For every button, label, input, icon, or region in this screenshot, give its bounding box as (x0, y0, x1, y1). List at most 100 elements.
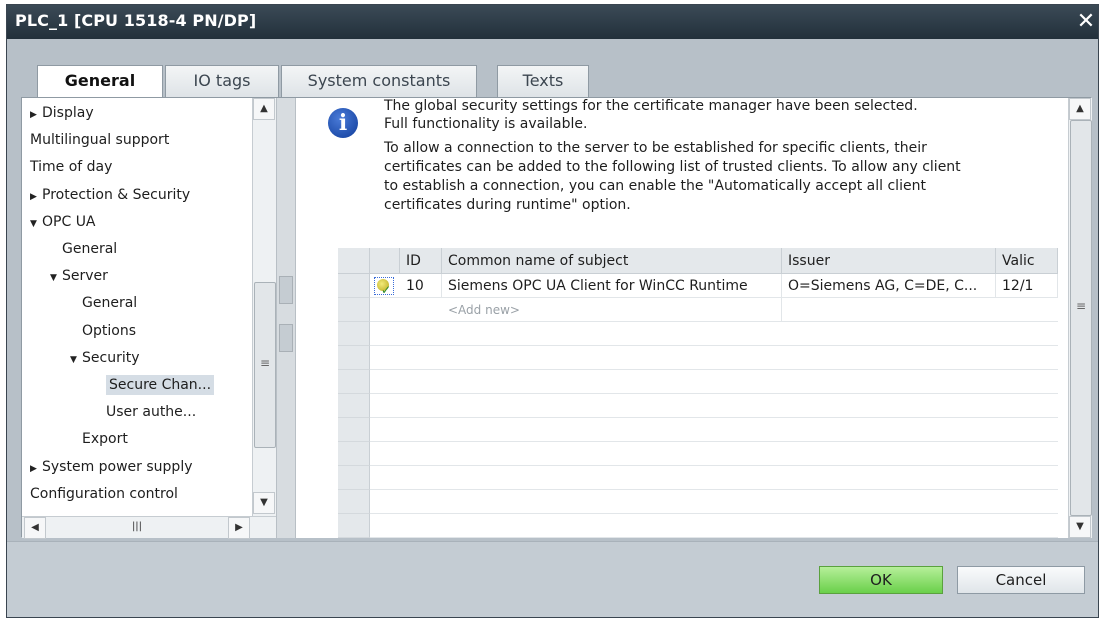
row-header[interactable] (338, 322, 370, 346)
scroll-up-icon[interactable]: ▲ (1069, 98, 1091, 120)
empty-table-row[interactable] (338, 394, 1058, 418)
tree-item-label: Configuration control (30, 485, 178, 502)
info-text-line: certificates during runtime" option. (384, 197, 631, 213)
empty-table-row[interactable] (338, 370, 1058, 394)
collapsed-arrow-icon[interactable]: ▶ (30, 184, 42, 210)
tree-item-label: General (82, 295, 138, 312)
row-header[interactable] (338, 514, 370, 538)
row-header[interactable] (338, 394, 370, 418)
tree-item[interactable]: Secure Chan... (94, 372, 215, 398)
scroll-left-icon[interactable]: ◀ (24, 517, 46, 539)
tree-item-label: System power supply (42, 458, 193, 475)
tree-item-label: User authe... (106, 404, 197, 421)
info-text-line: The global security settings for the cer… (384, 98, 918, 114)
cancel-button[interactable]: Cancel (957, 566, 1085, 594)
tree-item[interactable]: Configuration control (30, 481, 178, 507)
tab-general[interactable]: General (37, 65, 163, 100)
row-header[interactable] (338, 346, 370, 370)
tree-item[interactable]: ▶ System power supply (30, 454, 193, 480)
empty-table-row[interactable] (338, 442, 1058, 466)
tab-io-tags[interactable]: IO tags (165, 65, 279, 99)
add-new-placeholder[interactable]: <Add new> (442, 298, 782, 322)
collapse-right-handle[interactable] (279, 324, 293, 352)
secure-channel-panel: i The global security settings for the c… (296, 98, 1092, 538)
tree-item[interactable]: General (70, 290, 137, 316)
tree-vertical-scrollbar[interactable]: ▲ ≡ ▼ (252, 98, 276, 516)
cell-valid[interactable]: 12/1 (996, 274, 1058, 298)
hscroll-grip-icon[interactable]: ||| (126, 517, 148, 539)
tree-item[interactable]: ▶ Display (30, 100, 94, 126)
row-header[interactable] (338, 490, 370, 514)
tree-item-label: Security (82, 349, 140, 366)
tree-item[interactable]: ▼ OPC UA (30, 209, 96, 235)
tree-item[interactable]: ▼ Security (70, 345, 140, 371)
row-header[interactable] (338, 442, 370, 466)
row-header[interactable] (338, 274, 370, 298)
table-row[interactable]: ✓ 10 Siemens OPC UA Client for WinCC Run… (338, 274, 1058, 298)
tree-item[interactable]: Export (70, 426, 128, 452)
tab-texts[interactable]: Texts (497, 65, 589, 99)
empty-table-row[interactable] (338, 514, 1058, 538)
tree-item[interactable]: ▼ Server (50, 263, 108, 289)
close-icon[interactable]: ✕ (1074, 7, 1098, 37)
tree-item[interactable]: User authe... (94, 399, 196, 425)
info-text-line: Full functionality is available. (384, 116, 588, 132)
content-scroll-thumb[interactable]: ≡ (1070, 120, 1092, 516)
dialog-footer: OK Cancel (7, 541, 1098, 617)
tree-scroll-thumb[interactable]: ≡ (254, 282, 276, 448)
expanded-arrow-icon[interactable]: ▼ (50, 265, 62, 291)
tree-item-label: General (62, 241, 118, 257)
empty-table-row[interactable] (338, 466, 1058, 490)
trusted-clients-table: ID Common name of subject Issuer Valic ✓… (338, 248, 1058, 538)
column-header-issuer[interactable]: Issuer (782, 248, 996, 274)
certificate-icon[interactable]: ✓ (374, 277, 394, 297)
row-header[interactable] (338, 418, 370, 442)
empty-table-row[interactable] (338, 346, 1058, 370)
tree-item[interactable]: ▶ Protection & Security (30, 182, 190, 208)
column-header-subject[interactable]: Common name of subject (442, 248, 782, 274)
tree-item[interactable]: General (50, 236, 117, 262)
collapsed-arrow-icon[interactable]: ▶ (30, 102, 42, 128)
cell-subject[interactable]: Siemens OPC UA Client for WinCC Runtime (442, 274, 782, 298)
cell-issuer[interactable]: O=Siemens AG, C=DE, C... (782, 274, 996, 298)
tree-horizontal-scrollbar[interactable]: ◀ ||| ▶ (22, 516, 276, 539)
row-header[interactable] (338, 370, 370, 394)
tree-item-label: Options (82, 322, 137, 339)
tree-item-label: Time of day (30, 159, 113, 176)
collapse-left-handle[interactable] (279, 276, 293, 304)
tree-item[interactable]: Multilingual support (30, 127, 169, 153)
row-header[interactable] (338, 466, 370, 490)
cell-id[interactable]: 10 (400, 274, 442, 298)
content-vertical-scrollbar[interactable]: ▲ ≡ ▼ (1068, 98, 1092, 538)
tree-item-label: Multilingual support (30, 132, 170, 149)
expanded-arrow-icon[interactable]: ▼ (70, 347, 82, 373)
properties-dialog: PLC_1 [CPU 1518-4 PN/DP] ✕ General IO ta… (6, 4, 1099, 618)
tab-system-constants[interactable]: System constants (281, 65, 477, 99)
info-text-line: to establish a connection, you can enabl… (384, 178, 926, 194)
column-header-id[interactable]: ID (400, 248, 442, 274)
empty-table-row[interactable] (338, 490, 1058, 514)
row-header-corner (338, 248, 370, 274)
tree-item-label: Secure Chan... (106, 375, 215, 395)
ok-button[interactable]: OK (819, 566, 943, 594)
scroll-right-icon[interactable]: ▶ (228, 517, 250, 539)
tree-item-label: Protection & Security (42, 186, 191, 203)
add-new-row[interactable]: <Add new> (338, 298, 1058, 322)
scroll-up-icon[interactable]: ▲ (253, 98, 275, 120)
column-header-valid[interactable]: Valic (996, 248, 1058, 274)
tab-content: ▶ Display Multilingual support Time of day ▶… (21, 97, 1092, 539)
empty-table-row[interactable] (338, 418, 1058, 442)
collapsed-arrow-icon[interactable]: ▶ (30, 456, 42, 482)
info-icon: i (328, 108, 358, 138)
title-bar[interactable]: PLC_1 [CPU 1518-4 PN/DP] ✕ (7, 5, 1098, 39)
tree-item-label: Display (42, 105, 94, 121)
scroll-down-icon[interactable]: ▼ (1069, 516, 1091, 538)
tree-item[interactable]: Options (70, 318, 136, 344)
expanded-arrow-icon[interactable]: ▼ (30, 211, 42, 237)
row-header[interactable] (338, 298, 370, 322)
pane-splitter[interactable] (276, 98, 296, 538)
tree-item[interactable]: Time of day (30, 154, 112, 180)
scroll-down-icon[interactable]: ▼ (253, 492, 275, 514)
empty-table-row[interactable] (338, 322, 1058, 346)
tree-item-label: OPC UA (42, 213, 96, 230)
